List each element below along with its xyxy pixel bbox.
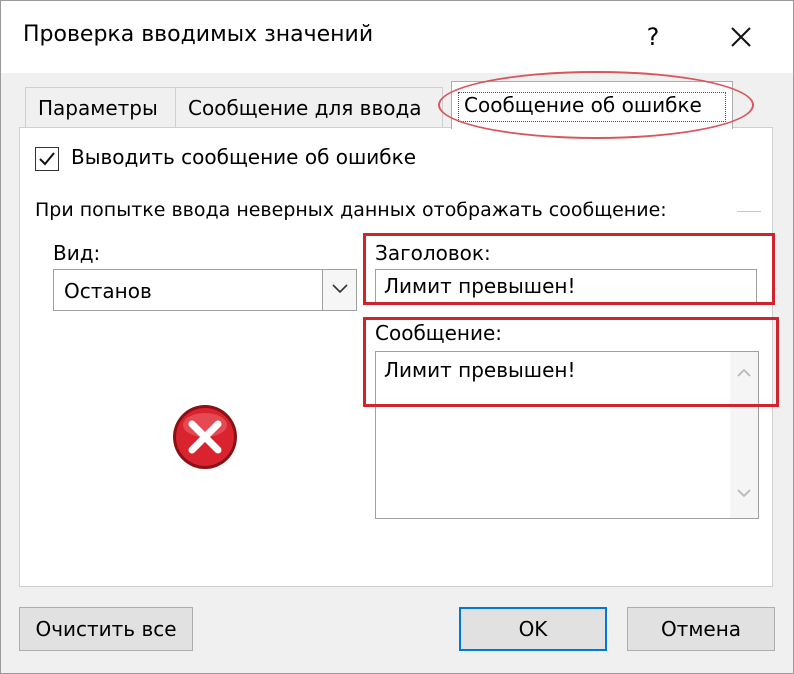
group-label: При попытке ввода неверных данных отобра…	[35, 199, 667, 221]
style-select[interactable]: Останов	[53, 269, 357, 311]
close-button[interactable]	[719, 15, 763, 59]
title-field[interactable]: Лимит превышен!	[375, 269, 757, 305]
show-error-checkbox[interactable]	[35, 147, 59, 171]
scroll-down-arrow-icon[interactable]	[737, 488, 751, 498]
title-bar: Проверка вводимых значений ?	[1, 1, 793, 73]
close-icon	[731, 27, 751, 47]
title-field-label: Заголовок:	[375, 241, 491, 265]
style-select-dropdown-button[interactable]	[322, 270, 356, 310]
cancel-button[interactable]: Отмена	[627, 607, 775, 651]
focus-rectangle	[458, 92, 726, 122]
tab-input-message[interactable]: Сообщение для ввода	[175, 87, 443, 129]
style-select-value: Останов	[64, 279, 152, 303]
group-divider	[737, 211, 761, 212]
checkmark-icon	[39, 152, 55, 166]
style-label: Вид:	[53, 241, 101, 265]
clear-all-button[interactable]: Очистить все	[19, 607, 193, 651]
message-scrollbar[interactable]	[730, 352, 758, 518]
dialog-title: Проверка вводимых значений	[23, 22, 374, 47]
help-button[interactable]: ?	[631, 15, 675, 59]
scroll-up-arrow-icon[interactable]	[737, 368, 751, 378]
tab-error-alert[interactable]: Сообщение об ошибке	[451, 81, 733, 129]
message-field-label: Сообщение:	[375, 321, 503, 345]
data-validation-dialog: Проверка вводимых значений ? Параметры С…	[0, 0, 794, 674]
message-field-text: Лимит превышен!	[384, 358, 576, 382]
ok-button[interactable]: OK	[459, 607, 607, 651]
tab-parameters[interactable]: Параметры	[25, 87, 175, 129]
stop-error-icon	[173, 405, 237, 469]
show-error-checkbox-label[interactable]: Выводить сообщение об ошибке	[71, 145, 416, 169]
message-field[interactable]: Лимит превышен!	[375, 351, 759, 519]
chevron-down-icon	[331, 284, 348, 294]
